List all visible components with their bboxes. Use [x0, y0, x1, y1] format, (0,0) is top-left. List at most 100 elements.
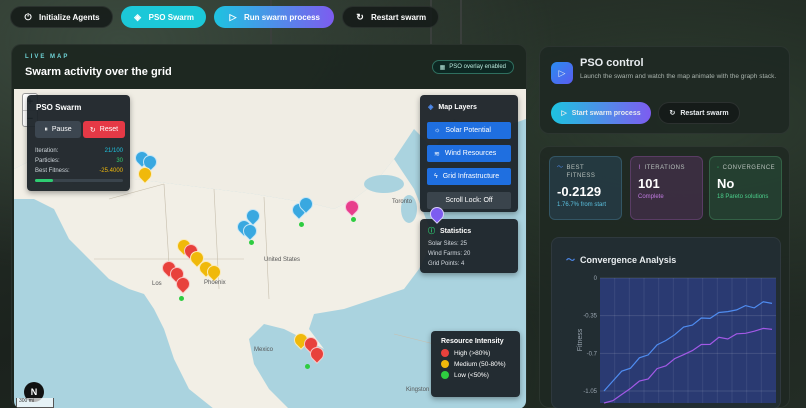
restart-swarm-button[interactable]: ↻ Restart swarm — [342, 6, 440, 28]
pso-panel-title: PSO Swarm — [36, 103, 82, 112]
intensity-title: Resource Intensity — [441, 338, 504, 345]
power-icon: ⏻ — [24, 11, 32, 22]
best-fitness-label: BEST FITNESS — [566, 165, 596, 179]
initialize-agents-button[interactable]: ⏻ Initialize Agents — [10, 6, 113, 28]
convergence-chart-svg: 0 -0.35 -0.7 -1.05 Fitness — [577, 276, 776, 404]
fitness-value: -25.4000 — [99, 168, 123, 174]
iteration-label: Iteration: — [35, 148, 59, 154]
restart-icon: ↻ — [356, 11, 364, 22]
convergence-metric: ◦ CONVERGENCE No 18 Pareto solutions — [709, 156, 782, 220]
scroll-lock-label: Scroll Lock: Off — [445, 197, 493, 204]
pause-button[interactable]: ⏸ Pause — [35, 121, 81, 138]
solar-layer-label: Solar Potential — [445, 127, 491, 134]
map-view[interactable]: + − PSO Swarm ⏸ Pause ↻ Reset Iteration:… — [14, 89, 526, 408]
legend-high: High (>80%) — [441, 349, 520, 357]
best-fitness-value: -0.2129 — [557, 184, 602, 199]
statistics-label: Statistics — [440, 227, 472, 235]
scale-mi: 300 mi — [19, 398, 35, 404]
reset-button[interactable]: ↻ Reset — [83, 121, 125, 138]
pso-overlay-badge: ▦ PSO overlay enabled — [431, 60, 514, 74]
legend-low: Low (<50%) — [441, 371, 520, 379]
map-layers-label: Map Layers — [438, 103, 477, 111]
overlay-icon: ▦ — [439, 64, 446, 71]
info-icon: ⓘ — [428, 228, 435, 235]
pause-icon: ⏸ — [44, 125, 48, 133]
map-layers-panel: ◈ Map Layers ☼ Solar Potential ≋ Wind Re… — [420, 95, 518, 212]
grid-point — [179, 296, 184, 301]
legend-high-label: High (>80%) — [454, 349, 491, 357]
play-icon: ▷ — [561, 110, 567, 117]
legend-medium: Medium (50-80%) — [441, 360, 520, 368]
solar-sites-stat: Solar Sites: 25 — [428, 241, 468, 247]
fitness-progress-fill — [35, 179, 53, 182]
grid-layer-label: Grid Infrastructure — [442, 173, 500, 180]
restart-swarm-label: Restart swarm — [371, 12, 427, 22]
iteration-value: 21/100 — [104, 148, 123, 154]
iterations-metric: ⌇ ITERATIONS 101 Complete — [630, 156, 703, 220]
lightning-icon: ϟ — [434, 173, 438, 180]
label-la: Los — [152, 281, 162, 287]
fitness-label: Best Fitness: — [35, 168, 70, 174]
label-toronto: Toronto — [392, 199, 413, 205]
pso-control-description: Launch the swarm and watch the map anima… — [580, 73, 777, 80]
convergence-analysis-chart: 〜 Convergence Analysis 0 -0.35 -0.7 -1.05 Fi… — [551, 237, 781, 408]
particles-row: Particles: 30 — [35, 158, 123, 164]
run-swarm-button[interactable]: ▷ Run swarm process — [213, 6, 334, 28]
label-mexico: Mexico — [254, 347, 274, 353]
solar-layer-button[interactable]: ☼ Solar Potential — [427, 122, 511, 139]
run-swarm-label: Run swarm process — [243, 12, 320, 22]
live-map-card: LIVE MAP Swarm activity over the grid ▦ … — [11, 44, 527, 408]
y-axis-label: Fitness — [577, 328, 584, 351]
iteration-row: Iteration: 21/100 — [35, 148, 123, 154]
grid-point — [305, 364, 310, 369]
sun-icon: ☼ — [434, 127, 441, 134]
legend-medium-label: Medium (50-80%) — [454, 360, 506, 368]
label-united-states: United States — [264, 257, 301, 263]
grid-points-stat: Grid Points: 4 — [428, 261, 465, 267]
best-fitness-metric: 〜 BEST FITNESS -0.2129 1.76.7% from start — [549, 156, 622, 220]
convergence-header: ◦ CONVERGENCE — [717, 164, 776, 172]
pso-control-title: PSO control — [580, 57, 644, 69]
start-swarm-button[interactable]: ▷ Start swarm process — [551, 102, 651, 124]
restart-swarm-card-label: Restart swarm — [680, 109, 729, 117]
start-swarm-label: Start swarm process — [571, 109, 641, 117]
pulse-icon: ⌇ — [638, 165, 642, 171]
restart-swarm-card-button[interactable]: ↻ Restart swarm — [658, 102, 740, 124]
convergence-label: CONVERGENCE — [722, 165, 776, 171]
pso-swarm-button[interactable]: ◈ PSO Swarm — [120, 6, 206, 28]
wind-layer-label: Wind Resources — [444, 150, 497, 157]
wind-layer-button[interactable]: ≋ Wind Resources — [427, 145, 511, 162]
pso-swarm-label: PSO Swarm — [148, 12, 194, 22]
top-toolbar: ⏻ Initialize Agents ◈ PSO Swarm ▷ Run sw… — [10, 6, 440, 28]
pso-swarm-panel: PSO Swarm ⏸ Pause ↻ Reset Iteration: 21/… — [27, 95, 130, 191]
grid-layer-button[interactable]: ϟ Grid Infrastructure — [427, 168, 511, 185]
grid-point — [351, 217, 356, 222]
statistics-title: ⓘ Statistics — [428, 226, 518, 236]
label-kingston: Kingston — [406, 387, 430, 393]
iterations-label: ITERATIONS — [644, 165, 685, 171]
legend-low-label: Low (<50%) — [454, 371, 489, 379]
map-layers-title: ◈ Map Layers — [428, 103, 518, 112]
metrics-card: 〜 BEST FITNESS -0.2129 1.76.7% from start… — [539, 146, 790, 408]
initialize-agents-label: Initialize Agents — [39, 12, 100, 22]
y-tick-label: -1.05 — [583, 389, 597, 395]
iterations-value: 101 — [638, 176, 660, 191]
target-icon: ◦ — [717, 165, 720, 171]
map-scale: 300 mi — [16, 398, 54, 408]
reset-icon: ↻ — [89, 126, 96, 134]
restart-icon: ↻ — [669, 110, 676, 117]
particles-value: 30 — [116, 158, 123, 164]
label-phoenix: Phoenix — [204, 280, 226, 286]
high-dot — [441, 349, 449, 357]
convergence-value: No — [717, 176, 735, 191]
layers-icon: ◈ — [134, 11, 142, 22]
best-fitness-sub: 1.76.7% from start — [557, 202, 607, 208]
iterations-header: ⌇ ITERATIONS — [638, 164, 695, 172]
fitness-progress-bar — [35, 179, 123, 182]
convergence-sub: 18 Pareto solutions — [717, 194, 769, 200]
grid-point — [299, 222, 304, 227]
wind-farms-stat: Wind Farms: 20 — [428, 251, 471, 257]
fitness-row: Best Fitness: -25.4000 — [35, 168, 123, 174]
iterations-sub: Complete — [638, 194, 664, 200]
map-title: Swarm activity over the grid — [25, 66, 172, 78]
